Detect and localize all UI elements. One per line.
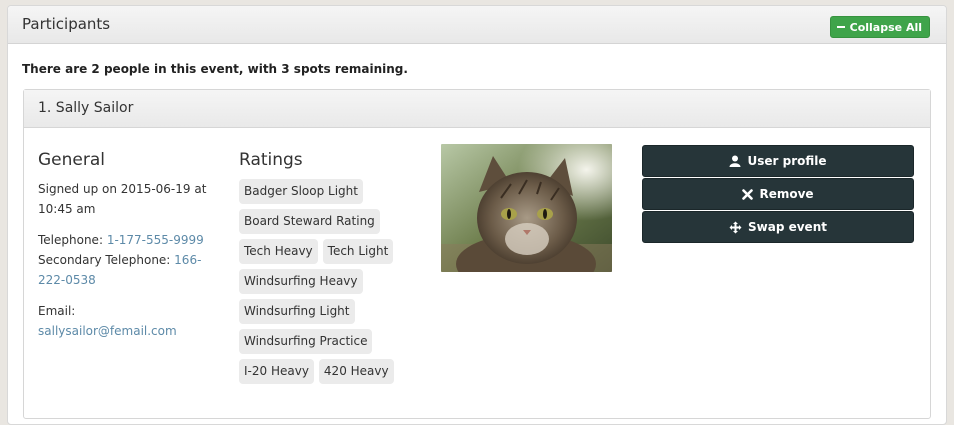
rating-tag: Windsurfing Heavy [239, 269, 363, 294]
panel-title: Participants [22, 15, 111, 33]
email-label: Email: [38, 304, 76, 318]
rating-tag: Tech Heavy [239, 239, 318, 264]
participants-panel-heading: Participants Collapse All [8, 6, 946, 44]
participants-panel: Participants Collapse All There are 2 pe… [7, 5, 947, 425]
secondary-telephone-line: Secondary Telephone: 166- [38, 250, 218, 270]
minus-icon [836, 26, 845, 28]
secondary-telephone-line-2: 222-0538 [38, 270, 218, 290]
rating-tag: Windsurfing Practice [239, 329, 373, 354]
participant-photo [441, 144, 612, 272]
participant-heading[interactable]: 1. Sally Sailor [24, 90, 930, 128]
signup-info: Signed up on 2015-06-19 at 10:45 am [38, 179, 218, 219]
user-profile-button[interactable]: User profile [642, 145, 914, 177]
secondary-telephone-link-part1[interactable]: 166- [174, 253, 201, 267]
telephone-line: Telephone: 1-177-555-9999 [38, 230, 218, 250]
ratings-heading: Ratings [239, 150, 303, 170]
general-heading: General [38, 150, 105, 170]
email-link[interactable]: sallysailor@femail.com [38, 324, 177, 338]
rating-tag: Badger Sloop Light [239, 179, 363, 204]
collapse-all-label: Collapse All [849, 20, 922, 34]
secondary-telephone-label: Secondary Telephone: [38, 253, 175, 267]
user-profile-label: User profile [747, 154, 827, 168]
close-icon [742, 188, 754, 200]
phone-info: Telephone: 1-177-555-9999 Secondary Tele… [38, 230, 218, 290]
rating-tag: Tech Light [322, 239, 394, 264]
email-info: Email: sallysailor@femail.com [38, 301, 218, 341]
swap-event-button[interactable]: Swap event [642, 211, 914, 243]
ratings-tag-list: Badger Sloop Light Board Steward Rating … [239, 179, 424, 384]
cat-photo-icon [441, 144, 612, 272]
signup-line-1: Signed up on 2015-06-19 at [38, 182, 207, 196]
participant-name: 1. Sally Sailor [38, 100, 134, 116]
remove-label: Remove [759, 187, 814, 201]
rating-tag: Windsurfing Light [239, 299, 355, 324]
telephone-label: Telephone: [38, 233, 107, 247]
participant-actions: User profile Remove Swap event [642, 145, 914, 244]
event-summary: There are 2 people in this event, with 3… [22, 62, 408, 76]
user-icon [729, 155, 741, 167]
signup-line-2: 10:45 am [38, 202, 96, 216]
swap-event-label: Swap event [748, 220, 827, 234]
ratings-section: Ratings Badger Sloop Light Board Steward… [239, 150, 424, 384]
move-arrows-icon [729, 221, 742, 234]
rating-tag: Board Steward Rating [239, 209, 380, 234]
general-section: General Signed up on 2015-06-19 at 10:45… [38, 150, 218, 352]
secondary-telephone-link-part2[interactable]: 222-0538 [38, 273, 96, 287]
remove-button[interactable]: Remove [642, 178, 914, 210]
rating-tag: I-20 Heavy [239, 359, 314, 384]
rating-tag: 420 Heavy [318, 359, 394, 384]
participant-panel: 1. Sally Sailor General Signed up on 201… [23, 89, 931, 419]
collapse-all-button[interactable]: Collapse All [829, 16, 930, 38]
telephone-link[interactable]: 1-177-555-9999 [107, 233, 204, 247]
